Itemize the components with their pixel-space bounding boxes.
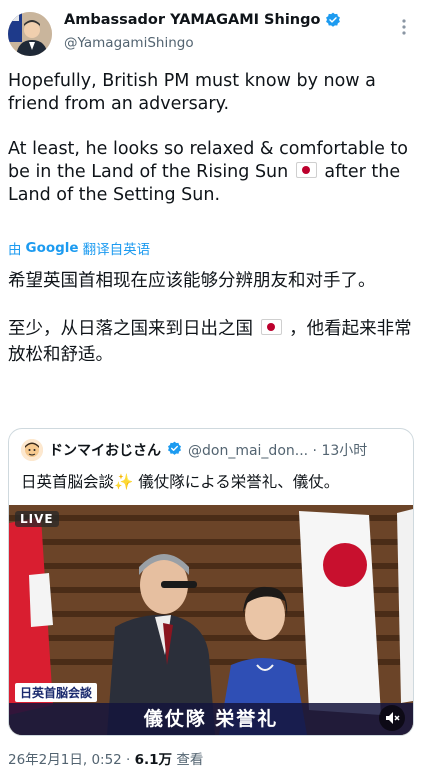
more-options-icon[interactable] xyxy=(397,18,411,36)
author-display-name[interactable]: Ambassador YAMAGAMI Shingo xyxy=(64,12,320,28)
tweet-paragraph-1: Hopefully, British PM must know by now a… xyxy=(8,71,376,114)
quoted-tweet[interactable]: ドンマイおじさん @don_mai_don... · 13小时 日英首脳会談✨ … xyxy=(8,428,414,736)
translate-prefix: 由 xyxy=(8,242,22,258)
translation-attribution[interactable]: 由 Google 翻译自英语 xyxy=(8,238,150,258)
translated-paragraph-1: 希望英国首相现在应该能够分辨朋友和对手了。 xyxy=(8,271,376,291)
google-logo: Google xyxy=(25,240,79,256)
quoted-header: ドンマイおじさん @don_mai_don... · 13小时 xyxy=(21,439,367,461)
translate-label: 翻译自英语 xyxy=(82,242,151,258)
translated-paragraph-2: 至少，从日落之国来到日出之国 ，他看起来非常放松和舒适。 xyxy=(8,316,418,368)
author-handle[interactable]: @YamagamiShingo xyxy=(64,35,194,51)
tweet-meta: 26年2月1日, 0:52 · 6.1万 查看 xyxy=(8,748,203,768)
quoted-handle-time: @don_mai_don... · 13小时 xyxy=(188,443,368,459)
translated-paragraph-2-part-a: 至少，从日落之国来到日出之国 xyxy=(8,319,253,339)
translated-body: 希望英国首相现在应该能够分辨朋友和对手了。 至少，从日落之国来到日出之国 ，他看… xyxy=(8,268,418,368)
tweet-paragraph-2: At least, he looks so relaxed & comforta… xyxy=(8,138,418,207)
tweet-date[interactable]: 26年2月1日, 0:52 · xyxy=(8,752,135,768)
video-caption-small: 日英首脳会談 xyxy=(15,683,98,702)
quoted-avatar[interactable] xyxy=(21,439,43,461)
tweet-header: Ambassador YAMAGAMI Shingo @YamagamiShin… xyxy=(0,0,425,62)
verified-badge-icon xyxy=(167,441,182,460)
japan-flag-icon xyxy=(260,319,282,335)
live-badge: LIVE xyxy=(15,511,59,527)
quoted-video[interactable]: LIVE 日英首脳会談 儀仗隊 栄誉礼 xyxy=(9,505,413,735)
tweet-views-label: 查看 xyxy=(172,752,204,768)
quoted-display-name[interactable]: ドンマイおじさん xyxy=(49,440,161,460)
video-caption-big: 儀仗隊 栄誉礼 xyxy=(9,703,413,735)
japan-flag-icon xyxy=(295,162,317,178)
verified-badge-icon xyxy=(325,12,341,28)
author-avatar[interactable] xyxy=(8,12,52,56)
tweet-body: Hopefully, British PM must know by now a… xyxy=(8,70,418,207)
quoted-text: 日英首脳会談✨ 儀仗隊による栄誉礼、儀仗。 xyxy=(21,473,340,491)
mute-icon[interactable] xyxy=(379,705,405,731)
tweet-views-count: 6.1万 xyxy=(134,752,173,768)
author-name-row: Ambassador YAMAGAMI Shingo xyxy=(64,12,341,28)
